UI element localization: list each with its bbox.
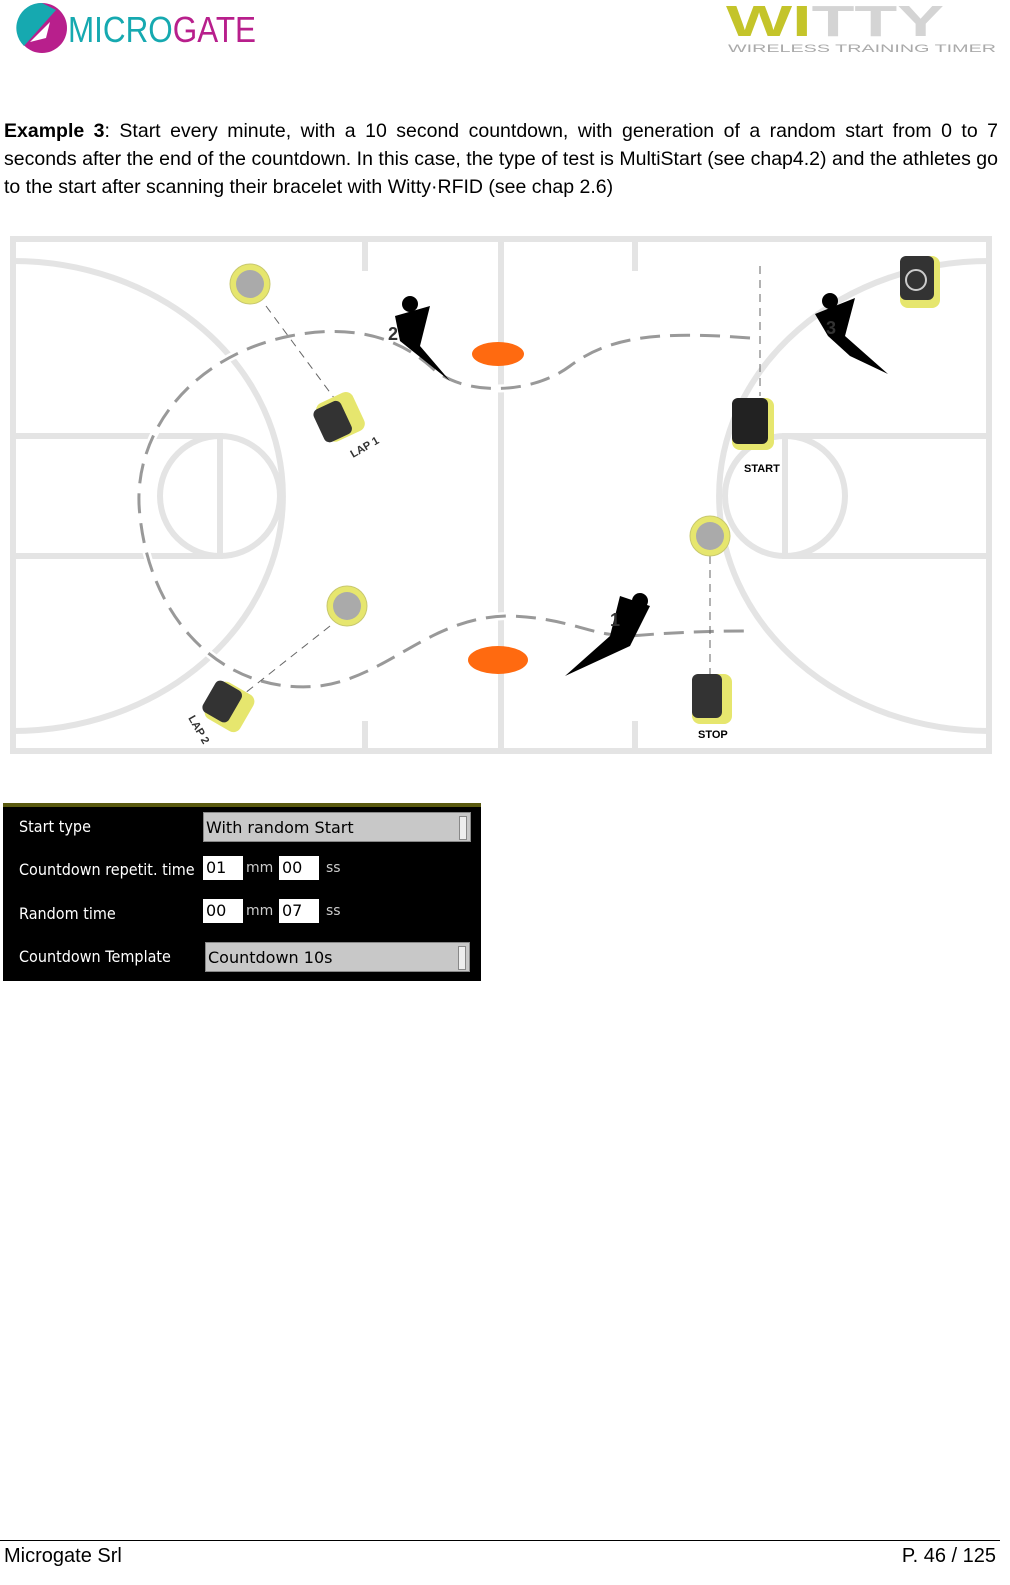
- runner-number: 2: [388, 324, 398, 344]
- random-time-label: Random time: [19, 904, 116, 923]
- random-mm-input[interactable]: 00: [203, 899, 243, 923]
- reflector-icon: [229, 263, 731, 627]
- svg-text:WITTY: WI TTY: [726, 0, 944, 46]
- svg-text:WIRELESS TRAINING TIMER: WIRELESS TRAINING TIMER: [728, 43, 996, 55]
- lap1-label: LAP 1: [349, 435, 382, 461]
- start-label: START: [744, 463, 780, 475]
- example-paragraph: Example 3: Start every minute, with a 10…: [4, 117, 998, 201]
- court-diagram: 2 3 1 LAP 1 LAP 2 START STOP: [10, 236, 992, 754]
- footer-company: Microgate Srl: [4, 1545, 122, 1567]
- footer-divider: [0, 1540, 1000, 1541]
- stop-label: STOP: [698, 729, 728, 741]
- footer-page-number: P. 46 / 125: [901, 1545, 996, 1567]
- mm-unit: mm: [246, 903, 274, 919]
- microgate-logo: MICROGATE: [16, 2, 266, 54]
- countdown-ss-input[interactable]: 00: [279, 856, 319, 880]
- runner-number: 3: [826, 318, 836, 338]
- random-ss-input[interactable]: 07: [279, 899, 319, 923]
- example-text: : Start every minute, with a 10 second c…: [4, 120, 998, 198]
- countdown-repetition-label: Countdown repetit. time: [19, 860, 195, 879]
- svg-text:MICROGATE: MICROGATE: [68, 9, 256, 50]
- settings-panel: Start type With random Start Countdown r…: [3, 803, 481, 981]
- witty-logo: WI TTY WIRELESS TRAINING TIMER: [726, 0, 1010, 56]
- ss-unit: ss: [326, 903, 341, 919]
- countdown-template-select[interactable]: Countdown 10s: [205, 942, 470, 972]
- start-type-select[interactable]: With random Start: [203, 812, 471, 842]
- lap2-label: LAP 2: [185, 714, 211, 747]
- runner-number: 1: [610, 610, 620, 630]
- countdown-mm-input[interactable]: 01: [203, 856, 243, 880]
- start-type-label: Start type: [19, 817, 91, 836]
- example-heading: Example 3: [4, 120, 105, 142]
- mm-unit: mm: [246, 860, 274, 876]
- countdown-template-value: Countdown 10s: [208, 948, 333, 967]
- ss-unit: ss: [326, 860, 341, 876]
- start-type-value: With random Start: [206, 818, 354, 837]
- countdown-template-label: Countdown Template: [19, 947, 171, 966]
